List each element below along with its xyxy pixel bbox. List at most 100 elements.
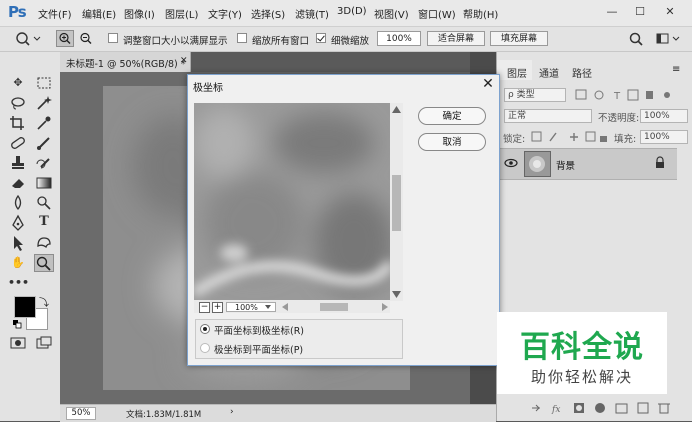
watermark-subtitle: 助你轻松解决	[530, 368, 633, 386]
status-menu-arrow-icon[interactable]: ›	[230, 407, 234, 417]
opacity-field[interactable]: 100%	[640, 109, 688, 123]
workspace-switcher-icon[interactable]	[655, 31, 685, 47]
menu-3d[interactable]: 3D(D)	[337, 6, 367, 17]
polar-to-rect-label[interactable]: 极坐标到平面坐标(P)	[214, 342, 303, 356]
foreground-color-swatch-top[interactable]	[14, 296, 36, 318]
minimize-button[interactable]: —	[604, 4, 620, 20]
opacity-label: 不透明度:	[598, 113, 640, 124]
ok-button[interactable]: 确定	[418, 107, 486, 125]
rect-to-polar-label[interactable]: 平面坐标到极坐标(R)	[214, 323, 304, 337]
eye-icon[interactable]	[503, 156, 519, 170]
rect-to-polar-radio[interactable]	[200, 324, 210, 334]
status-doc-size: 文档:1.83M/1.81M	[126, 410, 202, 420]
menu-select[interactable]: 选择(S)	[251, 6, 285, 21]
pen-tool-icon[interactable]	[8, 214, 28, 232]
preview-horizontal-scrollbar[interactable]	[280, 301, 390, 313]
photoshop-logo: Ps	[8, 3, 27, 21]
menu-layer[interactable]: 图层(L)	[165, 6, 198, 21]
preview-vertical-scrollbar[interactable]	[390, 103, 403, 301]
layer-filter-icons[interactable]: T	[574, 88, 674, 102]
magic-wand-tool-icon[interactable]	[34, 94, 54, 112]
scrubby-zoom-label: 细微缩放	[331, 36, 370, 47]
maximize-button[interactable]: ☐	[632, 4, 648, 20]
blend-mode-select[interactable]: 正常	[504, 109, 592, 123]
menu-help[interactable]: 帮助(H)	[463, 6, 498, 21]
default-colors-icon[interactable]	[13, 320, 22, 329]
dodge-tool-icon[interactable]	[34, 194, 54, 212]
menu-file[interactable]: 文件(F)	[38, 6, 72, 21]
gradient-tool-icon[interactable]	[34, 174, 54, 192]
options-bar: 调整窗口大小以满屏显示 缩放所有窗口 细微缩放 100% 适合屏幕 填充屏幕	[0, 27, 692, 52]
zoom-tool-icon[interactable]	[34, 254, 54, 272]
scrubby-zoom-checkbox[interactable]	[316, 33, 326, 43]
dialog-close-icon[interactable]: ✕	[480, 76, 496, 92]
fill-screen-button[interactable]: 填充屏幕	[490, 31, 548, 46]
menu-type[interactable]: 文字(Y)	[208, 6, 242, 21]
zoom-percent-field[interactable]: 100%	[377, 31, 421, 46]
cancel-button[interactable]: 取消	[418, 133, 486, 151]
resize-windows-label: 调整窗口大小以满屏显示	[123, 36, 228, 47]
healing-brush-tool-icon[interactable]	[8, 134, 28, 152]
menu-filter[interactable]: 滤镜(T)	[295, 6, 329, 21]
layers-panel-footer-icons[interactable]: fx	[530, 401, 680, 415]
hand-tool-icon[interactable]: ✋	[8, 254, 28, 272]
preview-zoom-in-button[interactable]: +	[212, 302, 223, 313]
watermark-title: 百科全说	[520, 330, 644, 365]
svg-text:T: T	[613, 91, 621, 102]
panel-menu-icon[interactable]: ≡	[672, 64, 680, 75]
tab-paths[interactable]: 路径	[572, 65, 592, 80]
fill-label: 填充:	[614, 134, 637, 145]
menu-window[interactable]: 窗口(W)	[418, 6, 456, 21]
move-tool-icon[interactable]: ✥	[8, 74, 28, 92]
history-brush-tool-icon[interactable]	[34, 154, 54, 172]
custom-shape-tool-icon[interactable]	[34, 234, 54, 252]
zoom-all-windows-label: 缩放所有窗口	[252, 36, 310, 47]
status-zoom-field[interactable]: 50%	[66, 407, 96, 420]
crop-tool-icon[interactable]	[8, 114, 28, 132]
screen-mode-icon[interactable]	[34, 334, 54, 352]
lock-icons[interactable]	[530, 130, 610, 144]
document-tab-title: 未标题-1 @ 50%(RGB/8) *	[66, 59, 186, 70]
filter-preview[interactable]	[194, 103, 390, 301]
fit-screen-button[interactable]: 适合屏幕	[427, 31, 485, 46]
fill-field[interactable]: 100%	[640, 130, 688, 144]
tab-layers[interactable]: 图层	[507, 65, 527, 80]
zoom-tool-preset-icon[interactable]	[12, 29, 42, 49]
swap-colors-icon[interactable]: ⤵	[39, 294, 49, 309]
document-tab-close-icon[interactable]: ✕	[180, 56, 188, 66]
preview-zoom-out-button[interactable]: −	[199, 302, 210, 313]
blur-tool-icon[interactable]	[8, 194, 28, 212]
toolbox: ✥ T ✋ ••• ⤵	[0, 52, 61, 421]
lock-label: 锁定:	[503, 134, 526, 145]
status-bar: 50% 文档:1.83M/1.81M ›	[60, 404, 496, 422]
lasso-tool-icon[interactable]	[8, 94, 28, 112]
zoom-out-icon[interactable]	[78, 31, 94, 47]
marquee-tool-icon[interactable]	[34, 74, 54, 92]
search-icon[interactable]	[628, 31, 644, 47]
path-selection-tool-icon[interactable]	[8, 234, 28, 252]
svg-text:fx: fx	[551, 405, 560, 415]
dialog-title: 极坐标	[193, 83, 223, 94]
menu-bar: Ps 文件(F) 编辑(E) 图像(I) 图层(L) 文字(Y) 选择(S) 滤…	[0, 0, 692, 27]
eyedropper-tool-icon[interactable]	[34, 114, 54, 132]
zoom-in-icon[interactable]	[56, 30, 74, 47]
close-window-button[interactable]: ✕	[662, 4, 678, 20]
zoom-all-windows-checkbox[interactable]	[237, 33, 247, 43]
polar-to-rect-radio[interactable]	[200, 343, 210, 353]
menu-view[interactable]: 视图(V)	[374, 6, 409, 21]
tab-channels[interactable]: 通道	[539, 65, 559, 80]
type-tool-icon[interactable]: T	[34, 214, 54, 232]
layer-thumbnail	[524, 151, 551, 177]
eraser-tool-icon[interactable]	[8, 174, 28, 192]
menu-image[interactable]: 图像(I)	[124, 6, 155, 21]
layer-name[interactable]: 背景	[556, 158, 575, 172]
lock-icon	[654, 156, 666, 170]
layer-kind-filter[interactable]: ρ 类型	[504, 88, 566, 102]
clone-stamp-tool-icon[interactable]	[8, 154, 28, 172]
brush-tool-icon[interactable]	[34, 134, 54, 152]
resize-windows-checkbox[interactable]	[108, 33, 118, 43]
menu-edit[interactable]: 编辑(E)	[82, 6, 116, 21]
quick-mask-icon[interactable]	[8, 334, 28, 352]
preview-zoom-dropdown-icon[interactable]	[262, 302, 274, 312]
more-tools-icon[interactable]: •••	[8, 274, 29, 292]
